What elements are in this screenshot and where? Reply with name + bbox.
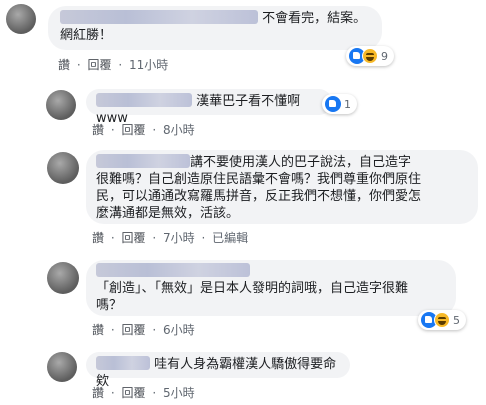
commenter-name[interactable]	[96, 93, 192, 107]
timestamp[interactable]: 5小時	[163, 386, 195, 400]
avatar[interactable]	[46, 90, 76, 120]
timestamp[interactable]: 7小時	[163, 231, 195, 245]
comment-text: 麼溝通都是無效，活該。	[96, 206, 240, 221]
comment-actions: 讚 · 回覆 · 7小時 · 已編輯	[92, 231, 249, 245]
comment-text: 不會看完，結案。	[262, 11, 367, 26]
avatar[interactable]	[6, 4, 36, 34]
comment-actions: 讚 · 回覆 · 6小時	[92, 323, 195, 337]
commenter-name[interactable]	[96, 356, 150, 370]
haha-icon	[434, 312, 450, 328]
like-icon	[325, 96, 341, 112]
like-link[interactable]: 讚	[92, 123, 104, 137]
like-link[interactable]: 讚	[92, 386, 104, 400]
reaction-count[interactable]: 9	[346, 46, 394, 66]
avatar[interactable]	[47, 152, 79, 184]
edited-label[interactable]: 已編輯	[212, 231, 248, 245]
commenter-name[interactable]	[96, 154, 190, 168]
comment-bubble: 漢華巴子看不懂啊www	[86, 89, 332, 126]
reply-link[interactable]: 回覆	[122, 323, 146, 337]
comment-actions: 讚 · 回覆 · 8小時	[92, 123, 195, 137]
comment-text: 嗎？	[96, 298, 123, 313]
reaction-count[interactable]: 5	[418, 310, 466, 330]
comment-text: 講不要使用漢人的巴子說法，自己造字	[190, 155, 412, 170]
reply-link[interactable]: 回覆	[122, 123, 146, 137]
comment-text: 民，可以通通改寫羅馬拼音，反正我們不想懂，你們愛怎	[96, 189, 422, 204]
comment-bubble: 「創造」、「無效」是日本人發明的詞哦，自己造字很難 嗎？	[86, 260, 456, 316]
comment-text: 很難嗎？自己創造原住民語彙不會嗎？我們尊重你們原住	[96, 172, 422, 187]
comment-bubble: 哇有人身為霸權漢人驕傲得要命欸	[86, 352, 350, 389]
timestamp[interactable]: 6小時	[163, 323, 195, 337]
reaction-count[interactable]: 1	[322, 94, 357, 114]
timestamp[interactable]: 8小時	[163, 123, 195, 137]
comment-bubble: 不會看完，結案。 網紅勝！	[48, 6, 382, 50]
commenter-name[interactable]	[60, 10, 258, 24]
avatar[interactable]	[47, 352, 77, 382]
reply-link[interactable]: 回覆	[88, 58, 112, 72]
avatar[interactable]	[47, 262, 79, 294]
timestamp[interactable]: 11小時	[129, 58, 168, 72]
reply-link[interactable]: 回覆	[122, 386, 146, 400]
reply-link[interactable]: 回覆	[122, 231, 146, 245]
like-link[interactable]: 讚	[58, 58, 70, 72]
commenter-name[interactable]	[96, 263, 250, 277]
comment-bubble: 講不要使用漢人的巴子說法，自己造字 很難嗎？自己創造原住民語彙不會嗎？我們尊重你…	[86, 150, 478, 224]
like-link[interactable]: 讚	[92, 323, 104, 337]
like-link[interactable]: 讚	[92, 231, 104, 245]
comment-actions: 讚 · 回覆 · 11小時	[58, 58, 169, 72]
comment-text: 網紅勝！	[60, 28, 113, 43]
comment-text: 「創造」、「無效」是日本人發明的詞哦，自己造字很難	[96, 281, 409, 296]
haha-icon	[362, 48, 378, 64]
comment-actions: 讚 · 回覆 · 5小時	[92, 386, 195, 400]
